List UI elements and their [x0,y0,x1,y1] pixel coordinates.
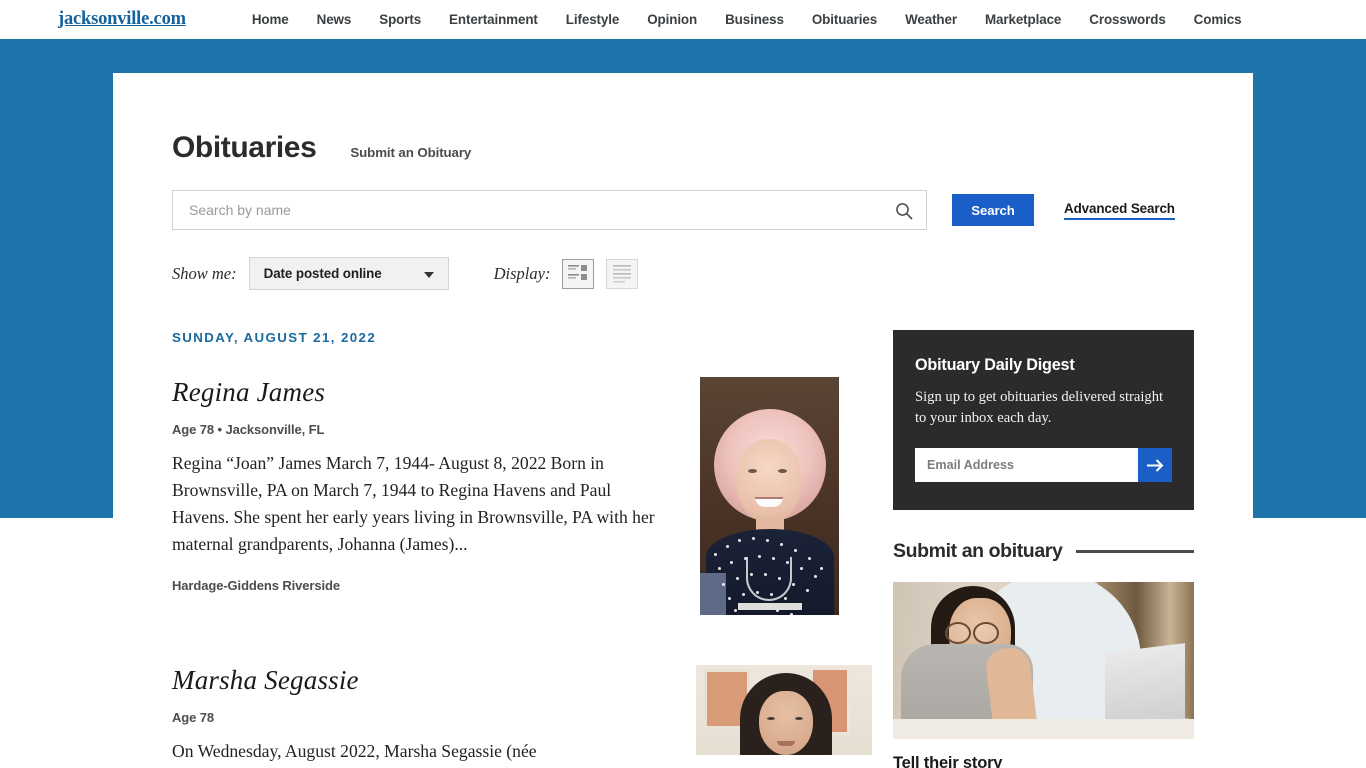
page-root: jacksonville.com Home News Sports Entert… [0,0,1366,768]
digest-signup-form [915,448,1172,482]
show-me-label: Show me: [172,263,237,283]
obituary-list: SUNDAY, AUGUST 21, 2022 Regina James Age… [172,330,872,768]
main-navigation: Home News Sports Entertainment Lifestyle… [238,12,1256,27]
grid-view-icon[interactable] [562,258,595,289]
arrow-right-icon [1146,458,1163,472]
sort-select-value: Date posted online [263,266,382,281]
submit-obituary-heading-row: Submit an obituary [893,540,1194,563]
obituary-name[interactable]: Marsha Segassie [172,665,668,696]
page-title: Obituaries [172,131,317,164]
nav-item-lifestyle[interactable]: Lifestyle [552,12,633,27]
obituary-photo[interactable] [696,665,872,768]
nav-item-entertainment[interactable]: Entertainment [435,12,552,27]
advanced-search-link[interactable]: Advanced Search [1064,201,1175,220]
chevron-down-icon [423,272,434,278]
portrait-regina-james [700,377,839,615]
filter-row: Show me: Date posted online Display: [172,257,1194,290]
nav-item-obituaries[interactable]: Obituaries [798,12,891,27]
content-card: Obituaries Submit an Obituary Search Adv… [113,73,1253,768]
woman-at-laptop-photo[interactable] [893,582,1194,739]
obituary-excerpt: Regina “Joan” James March 7, 1944- Augus… [172,453,655,554]
site-logo[interactable]: jacksonville.com [58,9,186,30]
nav-item-news[interactable]: News [303,12,366,27]
content-columns: SUNDAY, AUGUST 21, 2022 Regina James Age… [172,330,1194,768]
list-item[interactable]: Marsha Segassie Age 78 On Wednesday, Aug… [172,665,872,768]
site-header: jacksonville.com Home News Sports Entert… [0,0,1366,41]
digest-submit-button[interactable] [1138,448,1172,482]
digest-title: Obituary Daily Digest [915,356,1075,374]
funeral-home: Hardage-Giddens Riverside [172,578,340,593]
search-row: Search Advanced Search [172,190,1194,230]
obituary-entry-text: Marsha Segassie Age 78 On Wednesday, Aug… [172,665,668,768]
search-button[interactable]: Search [952,194,1034,226]
divider [1076,550,1194,553]
list-item[interactable]: Regina James Age 78 • Jacksonville, FL R… [172,377,872,615]
submit-an-obituary-link[interactable]: Submit an Obituary [350,145,471,160]
sort-select[interactable]: Date posted online [248,257,449,290]
portrait-marsha-segassie [696,665,872,755]
obituary-meta: Age 78 [172,710,215,725]
nav-item-business[interactable]: Business [711,12,798,27]
obituary-excerpt: On Wednesday, August 2022, Marsha Segass… [172,741,537,761]
nav-item-marketplace[interactable]: Marketplace [971,12,1075,27]
nav-item-comics[interactable]: Comics [1180,12,1256,27]
search-box[interactable] [172,190,927,230]
obituaries-header: Obituaries Submit an Obituary [172,73,1194,165]
display-label: Display: [493,263,551,283]
nav-item-sports[interactable]: Sports [365,12,435,27]
obituary-daily-digest-card: Obituary Daily Digest Sign up to get obi… [893,330,1194,510]
nav-item-weather[interactable]: Weather [891,12,971,27]
submit-obituary-caption: Tell their story [893,754,1003,768]
nav-item-home[interactable]: Home [238,12,303,27]
nav-item-opinion[interactable]: Opinion [633,12,711,27]
digest-description: Sign up to get obituaries delivered stra… [915,389,1164,426]
list-view-icon[interactable] [606,258,639,289]
sidebar: Obituary Daily Digest Sign up to get obi… [893,330,1194,768]
nav-item-crosswords[interactable]: Crosswords [1075,12,1179,27]
obituary-meta: Age 78 • Jacksonville, FL [172,422,325,437]
email-field[interactable] [915,448,1138,482]
obituary-entry-text: Regina James Age 78 • Jacksonville, FL R… [172,377,672,615]
obituary-name[interactable]: Regina James [172,377,672,408]
obituary-photo[interactable] [700,377,839,615]
date-heading: SUNDAY, AUGUST 21, 2022 [172,330,377,345]
search-icon[interactable] [894,201,914,221]
submit-obituary-heading: Submit an obituary [893,540,1063,562]
search-input[interactable] [187,191,887,229]
